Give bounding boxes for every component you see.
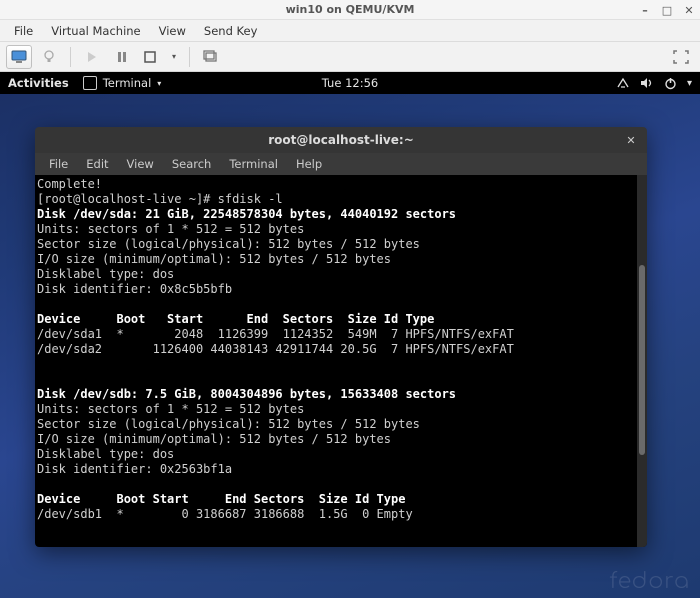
- lightbulb-icon: [42, 50, 56, 64]
- app-menu-button[interactable]: Terminal ▾: [83, 76, 162, 90]
- term-table-header: Device Boot Start End Sectors Size Id Ty…: [37, 492, 405, 506]
- volume-icon: [640, 77, 654, 89]
- term-line: Sector size (logical/physical): 512 byte…: [37, 417, 420, 431]
- term-line: [root@localhost-live ~]# sfdisk -l: [37, 192, 283, 206]
- terminal-title: root@localhost-live:~: [268, 133, 414, 147]
- vm-details-button[interactable]: [36, 45, 62, 69]
- vm-menubar: File Virtual Machine View Send Key: [0, 20, 700, 42]
- term-line-bold: Disk /dev/sdb: 7.5 GiB, 8004304896 bytes…: [37, 387, 456, 401]
- term-line: Disklabel type: dos: [37, 267, 174, 281]
- term-table-header: Device Boot Start End Sectors Size Id Ty…: [37, 312, 434, 326]
- terminal-scrollbar[interactable]: [637, 175, 647, 547]
- term-line: I/O size (minimum/optimal): 512 bytes / …: [37, 252, 391, 266]
- vm-toolbar: ▾: [0, 42, 700, 72]
- vm-window-titlebar: win10 on QEMU/KVM – □ ✕: [0, 0, 700, 20]
- terminal-output[interactable]: Complete! [root@localhost-live ~]# sfdis…: [35, 175, 637, 547]
- term-table-row: /dev/sda1 * 2048 1126399 1124352 549M 7 …: [37, 327, 514, 341]
- term-line: Disk identifier: 0x2563bf1a: [37, 462, 232, 476]
- toolbar-separator: [70, 47, 71, 67]
- app-menu-label: Terminal: [103, 76, 152, 90]
- vm-play-button[interactable]: [79, 45, 105, 69]
- terminal-body: Complete! [root@localhost-live ~]# sfdis…: [35, 175, 647, 547]
- vm-menu-send-key[interactable]: Send Key: [196, 22, 265, 40]
- terminal-menu-file[interactable]: File: [41, 155, 76, 173]
- vm-window-title: win10 on QEMU/KVM: [286, 3, 415, 16]
- gnome-topbar: Activities Terminal ▾ Tue 12:56 ▾: [0, 72, 700, 94]
- vm-shutdown-button[interactable]: [139, 45, 161, 69]
- term-line: Disk identifier: 0x8c5b5bfb: [37, 282, 232, 296]
- pause-icon: [117, 51, 127, 63]
- monitor-icon: [11, 50, 27, 64]
- close-icon: ✕: [626, 134, 635, 147]
- terminal-menubar: File Edit View Search Terminal Help: [35, 153, 647, 175]
- terminal-menu-search[interactable]: Search: [164, 155, 220, 173]
- scrollbar-thumb[interactable]: [639, 265, 645, 455]
- vm-menu-view[interactable]: View: [151, 22, 194, 40]
- toolbar-separator: [189, 47, 190, 67]
- chevron-down-icon: ▾: [172, 52, 176, 61]
- guest-screen: Activities Terminal ▾ Tue 12:56 ▾ root@l…: [0, 72, 700, 598]
- term-line: Sector size (logical/physical): 512 byte…: [37, 237, 420, 251]
- terminal-menu-edit[interactable]: Edit: [78, 155, 116, 173]
- fedora-watermark: fedora: [609, 570, 690, 594]
- vm-menu-virtual-machine[interactable]: Virtual Machine: [43, 22, 148, 40]
- term-line: Units: sectors of 1 * 512 = 512 bytes: [37, 222, 304, 236]
- network-icon: [616, 77, 630, 89]
- term-line: I/O size (minimum/optimal): 512 bytes / …: [37, 432, 391, 446]
- system-tray[interactable]: ▾: [616, 77, 692, 90]
- vm-pause-button[interactable]: [109, 45, 135, 69]
- term-line: Complete!: [37, 177, 102, 191]
- vm-close-button[interactable]: ✕: [682, 4, 696, 17]
- terminal-menu-help[interactable]: Help: [288, 155, 330, 173]
- term-table-row: /dev/sda2 1126400 44038143 42911744 20.5…: [37, 342, 514, 356]
- term-line: Units: sectors of 1 * 512 = 512 bytes: [37, 402, 304, 416]
- terminal-titlebar[interactable]: root@localhost-live:~ ✕: [35, 127, 647, 153]
- term-table-row: /dev/sdb1 * 0 3186687 3186688 1.5G 0 Emp…: [37, 507, 413, 521]
- fullscreen-icon: [673, 50, 689, 64]
- snapshots-icon: [203, 50, 219, 64]
- power-icon: [664, 77, 677, 90]
- term-line-bold: Disk /dev/sda: 21 GiB, 22548578304 bytes…: [37, 207, 456, 221]
- terminal-menu-terminal[interactable]: Terminal: [221, 155, 286, 173]
- stop-icon: [144, 51, 156, 63]
- chevron-down-icon: ▾: [157, 79, 161, 88]
- vm-console-button[interactable]: [6, 45, 32, 69]
- vm-maximize-button[interactable]: □: [660, 4, 674, 17]
- terminal-menu-view[interactable]: View: [119, 155, 162, 173]
- chevron-down-icon: ▾: [687, 78, 692, 89]
- terminal-close-button[interactable]: ✕: [623, 132, 639, 148]
- vm-menu-file[interactable]: File: [6, 22, 41, 40]
- terminal-window: root@localhost-live:~ ✕ File Edit View S…: [35, 127, 647, 547]
- activities-button[interactable]: Activities: [8, 76, 69, 90]
- vm-fullscreen-button[interactable]: [668, 45, 694, 69]
- vm-shutdown-menu-button[interactable]: ▾: [165, 45, 181, 69]
- play-icon: [87, 51, 97, 63]
- vm-minimize-button[interactable]: –: [638, 4, 652, 17]
- term-line: Disklabel type: dos: [37, 447, 174, 461]
- clock[interactable]: Tue 12:56: [322, 76, 378, 90]
- vm-snapshots-button[interactable]: [198, 45, 224, 69]
- terminal-app-icon: [83, 76, 97, 90]
